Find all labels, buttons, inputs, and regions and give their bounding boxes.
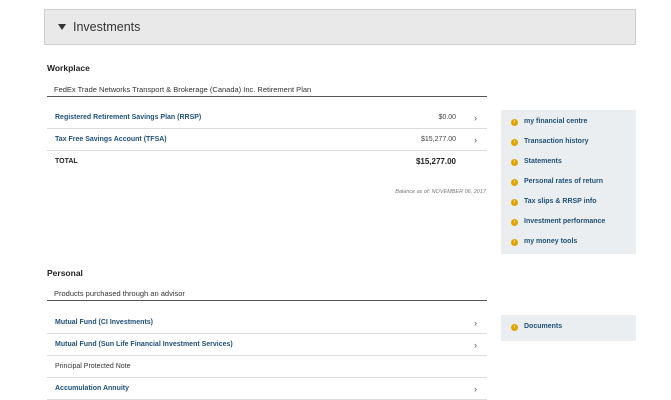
sidebar-link-tax-slips[interactable]: › Tax slips & RRSP info <box>501 192 636 212</box>
table-row[interactable]: Tax Free Savings Account (TFSA) $15,277.… <box>47 129 487 151</box>
account-balance: $0.00 <box>438 114 456 121</box>
table-row[interactable]: Mutual Fund (CI Investments) › <box>47 312 487 334</box>
chevron-right-icon[interactable]: › <box>474 334 477 356</box>
product-link-sunlife-mutual-fund[interactable]: Mutual Fund (Sun Life Financial Investme… <box>55 334 233 356</box>
product-label-principal-protected-note: Principal Protected Note <box>55 363 131 370</box>
total-label: TOTAL <box>55 158 78 165</box>
workplace-heading: Workplace <box>47 63 90 73</box>
section-title: Investments <box>73 20 141 34</box>
sidebar-link-money-tools[interactable]: › my money tools <box>501 232 636 252</box>
arrow-circle-icon: › <box>511 238 518 246</box>
product-link-accumulation-annuity[interactable]: Accumulation Annuity <box>55 378 129 400</box>
workplace-accounts-table: Registered Retirement Savings Plan (RRSP… <box>47 107 487 173</box>
sidebar-link-my-financial-centre[interactable]: › my financial centre <box>501 112 636 132</box>
table-row[interactable]: Registered Retirement Savings Plan (RRSP… <box>47 107 487 129</box>
total-row: TOTAL $15,277.00 <box>47 151 487 173</box>
chevron-right-icon[interactable]: › <box>474 107 477 129</box>
table-row[interactable]: Accumulation Annuity › <box>47 378 487 400</box>
arrow-circle-icon: › <box>511 118 518 126</box>
personal-heading: Personal <box>47 268 83 278</box>
investments-accordion-header[interactable]: Investments <box>44 9 636 45</box>
total-amount: $15,277.00 <box>415 157 456 166</box>
sidebar-link-personal-rates[interactable]: › Personal rates of return <box>501 172 636 192</box>
account-link-tfsa[interactable]: Tax Free Savings Account (TFSA) <box>55 129 167 151</box>
personal-products-table: Mutual Fund (CI Investments) › Mutual Fu… <box>47 312 487 400</box>
caret-down-icon <box>58 24 66 30</box>
arrow-circle-icon: › <box>511 218 518 226</box>
sidebar-link-documents[interactable]: › Documents <box>501 317 636 337</box>
account-link-rrsp[interactable]: Registered Retirement Savings Plan (RRSP… <box>55 107 201 129</box>
chevron-right-icon[interactable]: › <box>474 129 477 151</box>
arrow-circle-icon: › <box>511 198 518 206</box>
arrow-circle-icon: › <box>511 158 518 166</box>
arrow-circle-icon: › <box>511 323 518 331</box>
arrow-circle-icon: › <box>511 138 518 146</box>
arrow-circle-icon: › <box>511 178 518 186</box>
product-link-ci-mutual-fund[interactable]: Mutual Fund (CI Investments) <box>55 312 153 334</box>
chevron-right-icon[interactable]: › <box>474 312 477 334</box>
chevron-right-icon[interactable]: › <box>474 378 477 400</box>
balance-as-of: Balance as of: NOVEMBER 06, 2017 <box>395 189 486 195</box>
plan-name: FedEx Trade Networks Transport & Brokera… <box>47 83 487 97</box>
table-row[interactable]: Mutual Fund (Sun Life Financial Investme… <box>47 334 487 356</box>
sidebar-link-statements[interactable]: › Statements <box>501 152 636 172</box>
sidebar-link-transaction-history[interactable]: › Transaction history <box>501 132 636 152</box>
table-row: Principal Protected Note <box>47 356 487 378</box>
account-balance: $15,277.00 <box>420 136 456 143</box>
personal-sidebar: › Documents <box>501 315 636 341</box>
workplace-sidebar: › my financial centre › Transaction histor… <box>501 110 636 254</box>
advisor-subhead: Products purchased through an advisor <box>47 287 487 301</box>
sidebar-link-investment-performance[interactable]: › Investment performance <box>501 212 636 232</box>
